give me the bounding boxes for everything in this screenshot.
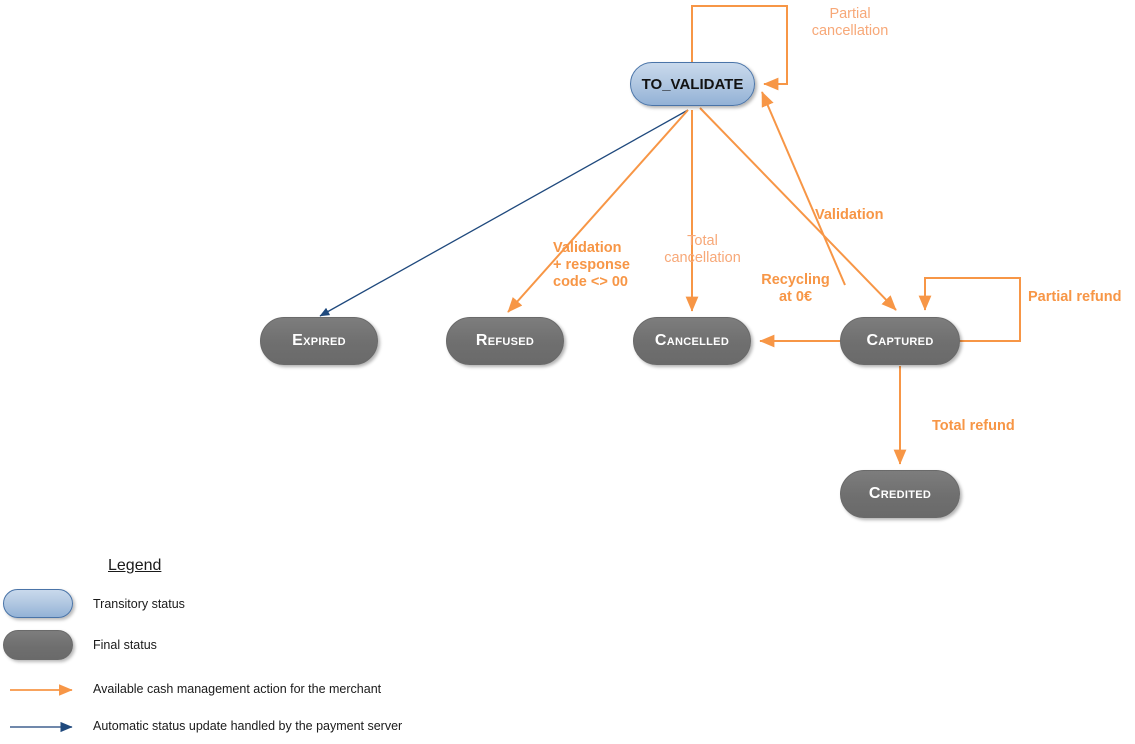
legend-swatch-transitory-icon [3, 589, 73, 618]
state-node-label: Captured [866, 332, 934, 349]
edge-label-recycling-at-0: Recycling at 0€ [761, 272, 830, 305]
edge-label-partial-cancellation: Partial cancellation [811, 6, 889, 39]
state-diagram-canvas: TO_VALIDATE Expired Refused Cancelled Ca… [0, 0, 1135, 744]
state-node-label: Credited [868, 485, 932, 502]
state-node-label: Refused [475, 332, 535, 349]
state-node-expired[interactable]: Expired [260, 317, 378, 365]
state-node-credited[interactable]: Credited [840, 470, 960, 518]
state-node-captured[interactable]: Captured [840, 317, 960, 365]
edge-label-total-refund: Total refund [932, 418, 1015, 434]
edge-validation-return [761, 91, 846, 286]
edge-label-partial-refund: Partial refund [1028, 289, 1122, 305]
legend-title: Legend [108, 557, 162, 574]
state-node-cancelled[interactable]: Cancelled [633, 317, 751, 365]
state-node-label: TO_VALIDATE [641, 75, 744, 93]
legend-swatch-final-icon [3, 630, 73, 660]
state-node-to-validate[interactable]: TO_VALIDATE [630, 62, 755, 106]
edge-label-validation: Validation [815, 207, 884, 223]
diagram-edges-layer [10, 5, 1021, 733]
legend-label-merchant-action: Available cash management action for the… [93, 682, 382, 696]
legend-label-automatic-update: Automatic status update handled by the p… [93, 719, 403, 733]
legend-label-transitory: Transitory status [93, 597, 185, 611]
legend-label-final: Final status [93, 638, 157, 652]
state-node-refused[interactable]: Refused [446, 317, 564, 365]
edge-label-validation-response-code: Validation + response code <> 00 [553, 240, 630, 290]
edge-label-total-cancellation: Total cancellation [664, 233, 741, 266]
state-node-label: Cancelled [654, 332, 730, 349]
state-node-label: Expired [292, 332, 346, 349]
